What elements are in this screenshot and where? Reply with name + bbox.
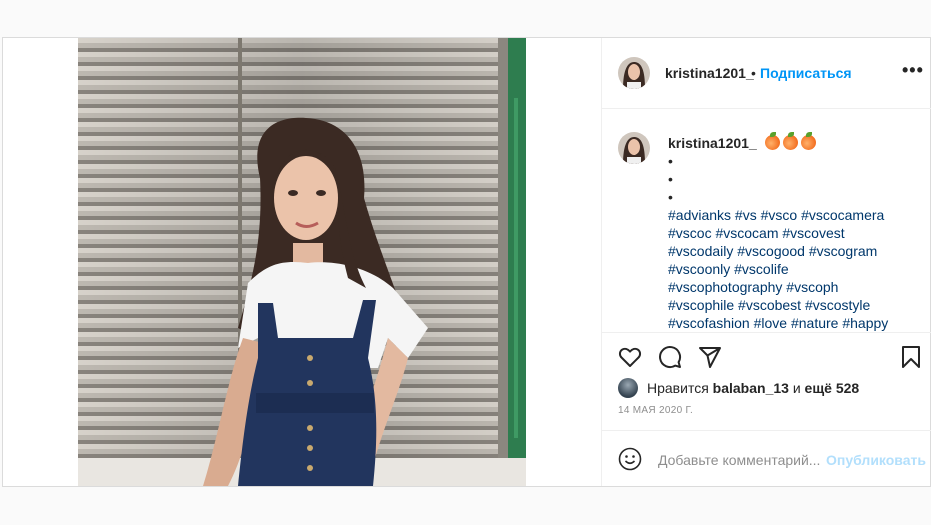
separator-dot: •	[751, 65, 756, 81]
heart-icon[interactable]	[618, 345, 642, 369]
comment-box: Добавьте комментарий... Опубликовать	[602, 430, 931, 486]
post-sidebar: kristina1201_ • Подписаться ••• kristina…	[601, 38, 931, 486]
hashtag-line[interactable]: #vscoonly #vscolife	[668, 260, 918, 278]
caption-section: kristina1201_ • • • #advianks #vs #vsco …	[602, 110, 931, 332]
post-card: kristina1201_ • Подписаться ••• kristina…	[2, 37, 931, 487]
avatar[interactable]	[618, 132, 650, 164]
more-options-button[interactable]: •••	[902, 60, 924, 81]
liker-avatar	[618, 378, 638, 398]
caption-username[interactable]: kristina1201_	[668, 135, 757, 151]
comment-input[interactable]: Добавьте комментарий...	[658, 452, 820, 468]
likes-summary[interactable]: Нравится balaban_13 и ещё 528	[618, 378, 859, 398]
liker-username[interactable]: balaban_13	[713, 380, 789, 396]
header-username[interactable]: kristina1201_	[665, 65, 754, 81]
caption-bullet: •	[668, 189, 673, 205]
hashtag-line[interactable]: #vscophile #vscobest #vscostyle	[668, 296, 918, 314]
likes-prefix: Нравится	[647, 380, 709, 396]
publish-button[interactable]: Опубликовать	[826, 452, 926, 468]
caption-bullet: •	[668, 171, 673, 187]
comment-icon[interactable]	[658, 345, 682, 369]
peach-emoji-icon	[782, 132, 798, 150]
post-header: kristina1201_ • Подписаться •••	[602, 38, 931, 109]
caption-text: kristina1201_ • • • #advianks #vs #vsco …	[668, 132, 918, 332]
post-date[interactable]: 14 МАЯ 2020 Г.	[618, 405, 693, 416]
hashtag-line[interactable]: #vscofashion #love #nature #happy	[668, 314, 918, 332]
bookmark-icon[interactable]	[899, 345, 923, 369]
hashtag-line[interactable]: #vscophotography #vscoph	[668, 278, 918, 296]
hashtag-line[interactable]: #vscoc #vscocam #vscovest	[668, 224, 918, 242]
post-media	[3, 38, 601, 486]
peach-emoji-icon	[800, 132, 816, 150]
likes-count[interactable]: ещё 528	[805, 380, 860, 396]
share-icon[interactable]	[698, 345, 722, 369]
peach-emoji-icon	[764, 132, 780, 150]
follow-button[interactable]: Подписаться	[760, 65, 852, 81]
likes-joiner: и	[792, 380, 801, 396]
emoji-icon[interactable]	[618, 447, 642, 471]
hashtag-line[interactable]: #vscodaily #vscogood #vscogram	[668, 242, 918, 260]
hashtag-line[interactable]: #advianks #vs #vsco #vscocamera	[668, 206, 918, 224]
caption-bullet: •	[668, 153, 673, 169]
avatar[interactable]	[618, 57, 650, 89]
post-photo[interactable]	[78, 38, 526, 486]
